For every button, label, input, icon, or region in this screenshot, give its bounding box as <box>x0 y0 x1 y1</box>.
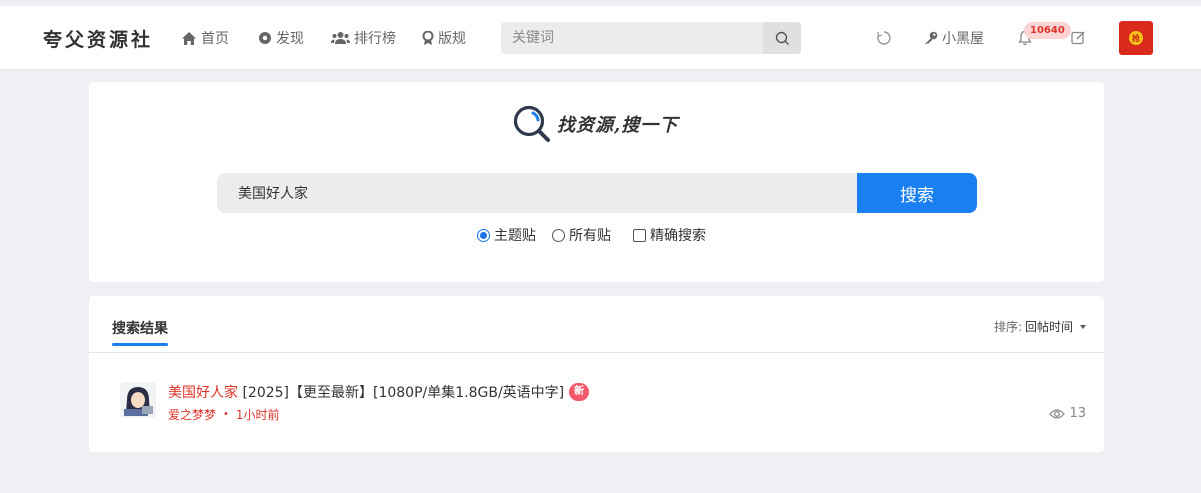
compose-button[interactable] <box>1071 30 1086 45</box>
search-brand: 找资源,搜一下 <box>513 105 678 143</box>
result-title-text: [2025]【更至最新】[1080P/单集1.8GB/英语中字] <box>238 385 565 401</box>
all-posts-label: 所有贴 <box>569 228 611 244</box>
header-search-input[interactable] <box>501 22 763 54</box>
search-options: 主题贴 所有贴 精确搜索 <box>477 225 722 245</box>
refresh-icon <box>877 31 891 45</box>
header-search-button[interactable] <box>763 22 801 54</box>
edit-icon <box>1071 31 1085 45</box>
user-avatar-icon <box>120 382 156 418</box>
nav-ranking-label: 排行榜 <box>354 31 396 47</box>
nav-rules-label: 版规 <box>438 31 466 47</box>
notification-badge: 10640 <box>1024 22 1071 39</box>
topic-posts-radio[interactable] <box>477 228 490 242</box>
header-search <box>501 22 801 54</box>
result-row: 美国好人家 [2025]【更至最新】[1080P/单集1.8GB/英语中字] 新… <box>89 366 1104 436</box>
sort-dropdown[interactable]: 回帖时间 <box>1025 318 1073 335</box>
topic-posts-label: 主题贴 <box>494 228 536 244</box>
view-count: 13 <box>1069 406 1086 421</box>
result-author[interactable]: 爱之梦梦 <box>168 406 216 423</box>
meta-separator: • <box>223 409 229 420</box>
result-time: 1小时前 <box>235 408 280 422</box>
exact-search-label: 精确搜索 <box>650 228 706 244</box>
tab-search-results[interactable]: 搜索结果 <box>112 318 168 338</box>
result-title: 美国好人家 [2025]【更至最新】[1080P/单集1.8GB/英语中字] 新 <box>168 382 590 402</box>
result-meta: 爱之梦梦 • 1小时前 <box>168 406 280 423</box>
nav-discover-label: 发现 <box>276 31 304 47</box>
option-exact-search[interactable]: 精确搜索 <box>633 225 706 245</box>
option-topic-posts[interactable]: 主题贴 <box>477 225 536 245</box>
magnifier-logo-icon <box>513 105 550 142</box>
site-logo[interactable]: 夸父资源社 <box>43 25 153 52</box>
caret-down-icon[interactable] <box>1080 324 1086 329</box>
main-search-input[interactable] <box>217 173 858 213</box>
key-icon <box>925 31 938 44</box>
result-keyword-highlight: 美国好人家 <box>168 385 238 401</box>
compass-icon <box>259 32 271 44</box>
new-badge: 新 <box>569 383 590 401</box>
red-packet-button[interactable]: 抢 <box>1119 21 1153 55</box>
results-panel: 搜索结果 排序: 回帖时间 美国好人家 [2025]【更至最新】[1080P/单… <box>89 296 1104 452</box>
result-title-link[interactable]: 美国好人家 [2025]【更至最新】[1080P/单集1.8GB/英语中字] <box>168 382 564 402</box>
all-posts-radio[interactable] <box>552 228 565 242</box>
sort-label: 排序: <box>993 320 1022 334</box>
red-packet-coin: 抢 <box>1129 31 1143 45</box>
users-icon <box>331 32 350 44</box>
blacklist-link[interactable]: 小黑屋 <box>924 28 984 48</box>
nav-rules[interactable]: 版规 <box>422 28 466 48</box>
results-header: 搜索结果 排序: 回帖时间 <box>89 296 1104 353</box>
nav-home[interactable]: 首页 <box>181 28 229 48</box>
refresh-button[interactable] <box>876 30 892 46</box>
search-panel: 找资源,搜一下 搜索 主题贴 所有贴 精确搜索 <box>89 82 1104 282</box>
active-tab-indicator <box>112 343 168 346</box>
top-navbar: 夸父资源社 首页 发现 排行榜 版规 小黑屋 10640 抢 <box>0 6 1201 70</box>
avatar[interactable] <box>120 382 156 418</box>
eye-icon <box>1049 408 1066 419</box>
exact-search-checkbox[interactable] <box>633 228 646 242</box>
nav-discover[interactable]: 发现 <box>258 28 304 48</box>
nav-home-label: 首页 <box>201 31 229 47</box>
search-icon <box>775 31 789 45</box>
search-slogan: 找资源,搜一下 <box>557 115 679 136</box>
blacklist-label: 小黑屋 <box>942 31 984 47</box>
result-views: 13 <box>1049 406 1086 421</box>
search-button[interactable]: 搜索 <box>857 173 977 213</box>
sort-control: 排序: 回帖时间 <box>994 318 1086 335</box>
main-search-bar: 搜索 <box>217 173 977 213</box>
option-all-posts[interactable]: 所有贴 <box>552 225 611 245</box>
home-icon <box>182 31 196 45</box>
nav-ranking[interactable]: 排行榜 <box>331 28 396 48</box>
badge-icon <box>422 30 434 45</box>
